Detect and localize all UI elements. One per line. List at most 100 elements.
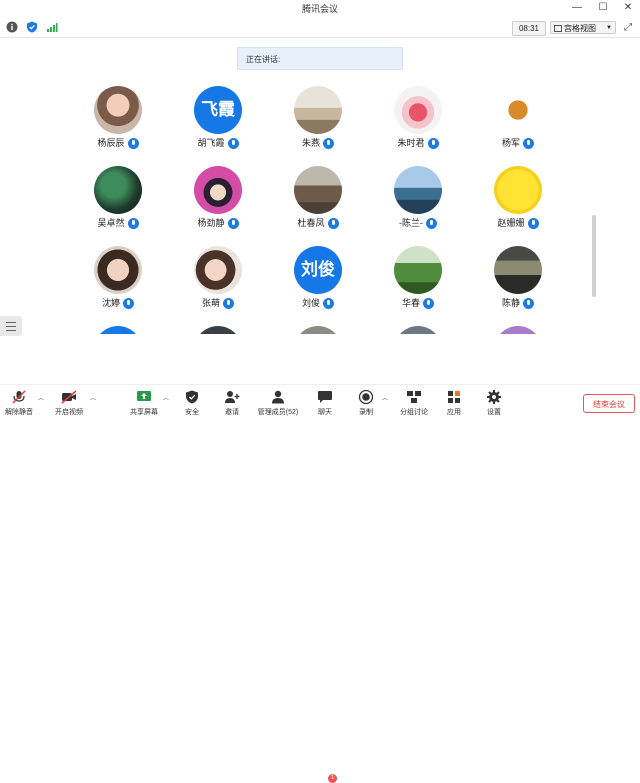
participant-name-row: 吴卓然 [68,216,168,230]
record-button[interactable]: 录制 [352,388,380,420]
participant-tile[interactable]: 沈婷 [68,236,168,316]
participant-tile[interactable]: 华春 [368,236,468,316]
participant-tile[interactable]: 朱时君 [368,76,468,156]
mic-icon [123,298,134,310]
settings-button[interactable]: 设置 [480,388,508,420]
participant-avatar [394,166,442,214]
menu-icon [6,322,16,323]
participant-name-row: 胡飞霞 [168,136,268,150]
menu-icon-line [6,326,16,327]
mic-icon [323,298,334,310]
apps-label: 应用 [447,409,461,416]
share-screen-button[interactable]: 共享屏幕 [126,388,162,420]
mic-icon [227,218,239,230]
participant-tile[interactable] [168,316,268,334]
chat-label: 聊天 [318,409,332,416]
participant-name-row: 杨辰辰 [68,136,168,150]
participant-tile[interactable]: 刘俊 刘俊 [268,236,368,316]
gallery-scrollbar[interactable] [592,215,596,297]
participant-tile[interactable]: 吴卓然 [68,156,168,236]
side-panel-toggle[interactable] [0,316,22,336]
record-icon [358,390,374,404]
participant-tile[interactable]: 赵姗姗 [468,156,568,236]
mic-icon [427,138,439,150]
participant-tile[interactable] [268,316,368,334]
breakout-label: 分组讨论 [400,409,428,416]
participant-name-row: 沈婷 [68,296,168,310]
participant-tile[interactable]: 杨军 [468,76,568,156]
participant-name-row: 赵姗姗 [468,216,568,230]
view-switch-button[interactable]: 宫格视图 ▼ [550,21,616,34]
participant-avatar [94,86,142,134]
video-options-chevron-icon[interactable]: ︿ [90,393,96,402]
mic-icon [527,218,539,230]
chat-button[interactable]: 聊天 [310,388,340,420]
participant-name-row: 朱时君 [368,136,468,150]
participant-name: 沈婷 [101,298,120,308]
participant-name-row: 朱燕 [268,136,368,150]
mic-icon [227,138,239,150]
participant-tile[interactable]: 杨辰辰 [68,76,168,156]
participant-name-row: 华春 [368,296,468,310]
share-screen-icon [137,391,151,401]
grid-icon [554,25,562,33]
participant-name-row: 张萌 [168,296,268,310]
members-label: 管理成员(52) [257,409,299,416]
participant-tile[interactable] [368,316,468,334]
meeting-toolbar: 解除静音 ︿ 开启视频 ︿ 共享屏幕 ︿ 安全 邀请 管理成员(52) 聊天 1… [0,384,640,783]
security-button[interactable]: 安全 [178,388,206,420]
participant-name: 杨军 [501,138,520,148]
participant-name: -陈兰- [399,218,423,228]
record-options-chevron-icon[interactable]: ︿ [382,393,388,402]
participant-tile[interactable] [68,316,168,334]
speaking-indicator: 正在讲话: [237,47,403,70]
apps-button[interactable]: 应用 [440,388,468,420]
participant-name-row: 杨军 [468,136,568,150]
invite-button[interactable]: 邀请 [218,388,246,420]
participant-tile[interactable]: -陈兰- [368,156,468,236]
info-icon[interactable] [6,21,18,33]
participant-name-row: -陈兰- [368,216,468,230]
add-user-icon [225,391,240,403]
participant-tile[interactable]: 杜春凤 [268,156,368,236]
mic-icon [523,298,534,310]
share-options-chevron-icon[interactable]: ︿ [163,393,169,402]
participant-avatar [494,326,542,334]
participant-tile[interactable]: 朱燕 [268,76,368,156]
participant-name: 朱时君 [397,138,425,148]
menu-icon-line [6,330,16,331]
participant-avatar [194,166,242,214]
participant-tile[interactable] [468,316,568,334]
participant-tile[interactable]: 杨劲静 [168,156,268,236]
participant-avatar [494,246,542,294]
participant-avatar [94,166,142,214]
participant-avatar [194,326,242,334]
signal-icon[interactable] [46,21,58,33]
maximize-button[interactable]: ☐ [595,1,611,15]
fullscreen-icon[interactable]: ⤢ [622,22,634,34]
end-meeting-button[interactable]: 结束会议 [583,394,635,413]
participant-avatar: 刘俊 [294,246,342,294]
participant-avatar [294,166,342,214]
participant-name: 赵姗姗 [497,218,525,228]
mic-icon [423,298,434,310]
close-button[interactable]: ✕ [620,1,636,15]
participant-avatar [94,326,142,334]
participant-tile[interactable]: 陈静 [468,236,568,316]
participant-name-row: 刘俊 [268,296,368,310]
unmute-options-chevron-icon[interactable]: ︿ [38,393,44,402]
participant-gallery: 杨辰辰 飞霞 胡飞霞 朱燕 朱时君 杨军 吴卓然 杨劲静 杜春凤 -陈兰- 赵姗… [0,76,640,334]
members-button[interactable]: 管理成员(52) [252,388,304,420]
mic-icon [127,138,139,150]
invite-label: 邀请 [225,409,239,416]
shield-icon[interactable] [26,21,38,33]
minimize-button[interactable]: — [569,1,585,15]
breakout-button[interactable]: 分组讨论 [396,388,432,420]
start-video-button[interactable]: 开启视频 [50,388,88,420]
chevron-down-icon: ▼ [606,25,612,31]
participant-name: 吴卓然 [97,218,125,228]
unmute-button[interactable]: 解除静音 [2,388,36,420]
participant-tile[interactable]: 张萌 [168,236,268,316]
participant-tile[interactable]: 飞霞 胡飞霞 [168,76,268,156]
mic-muted-icon [12,390,26,404]
